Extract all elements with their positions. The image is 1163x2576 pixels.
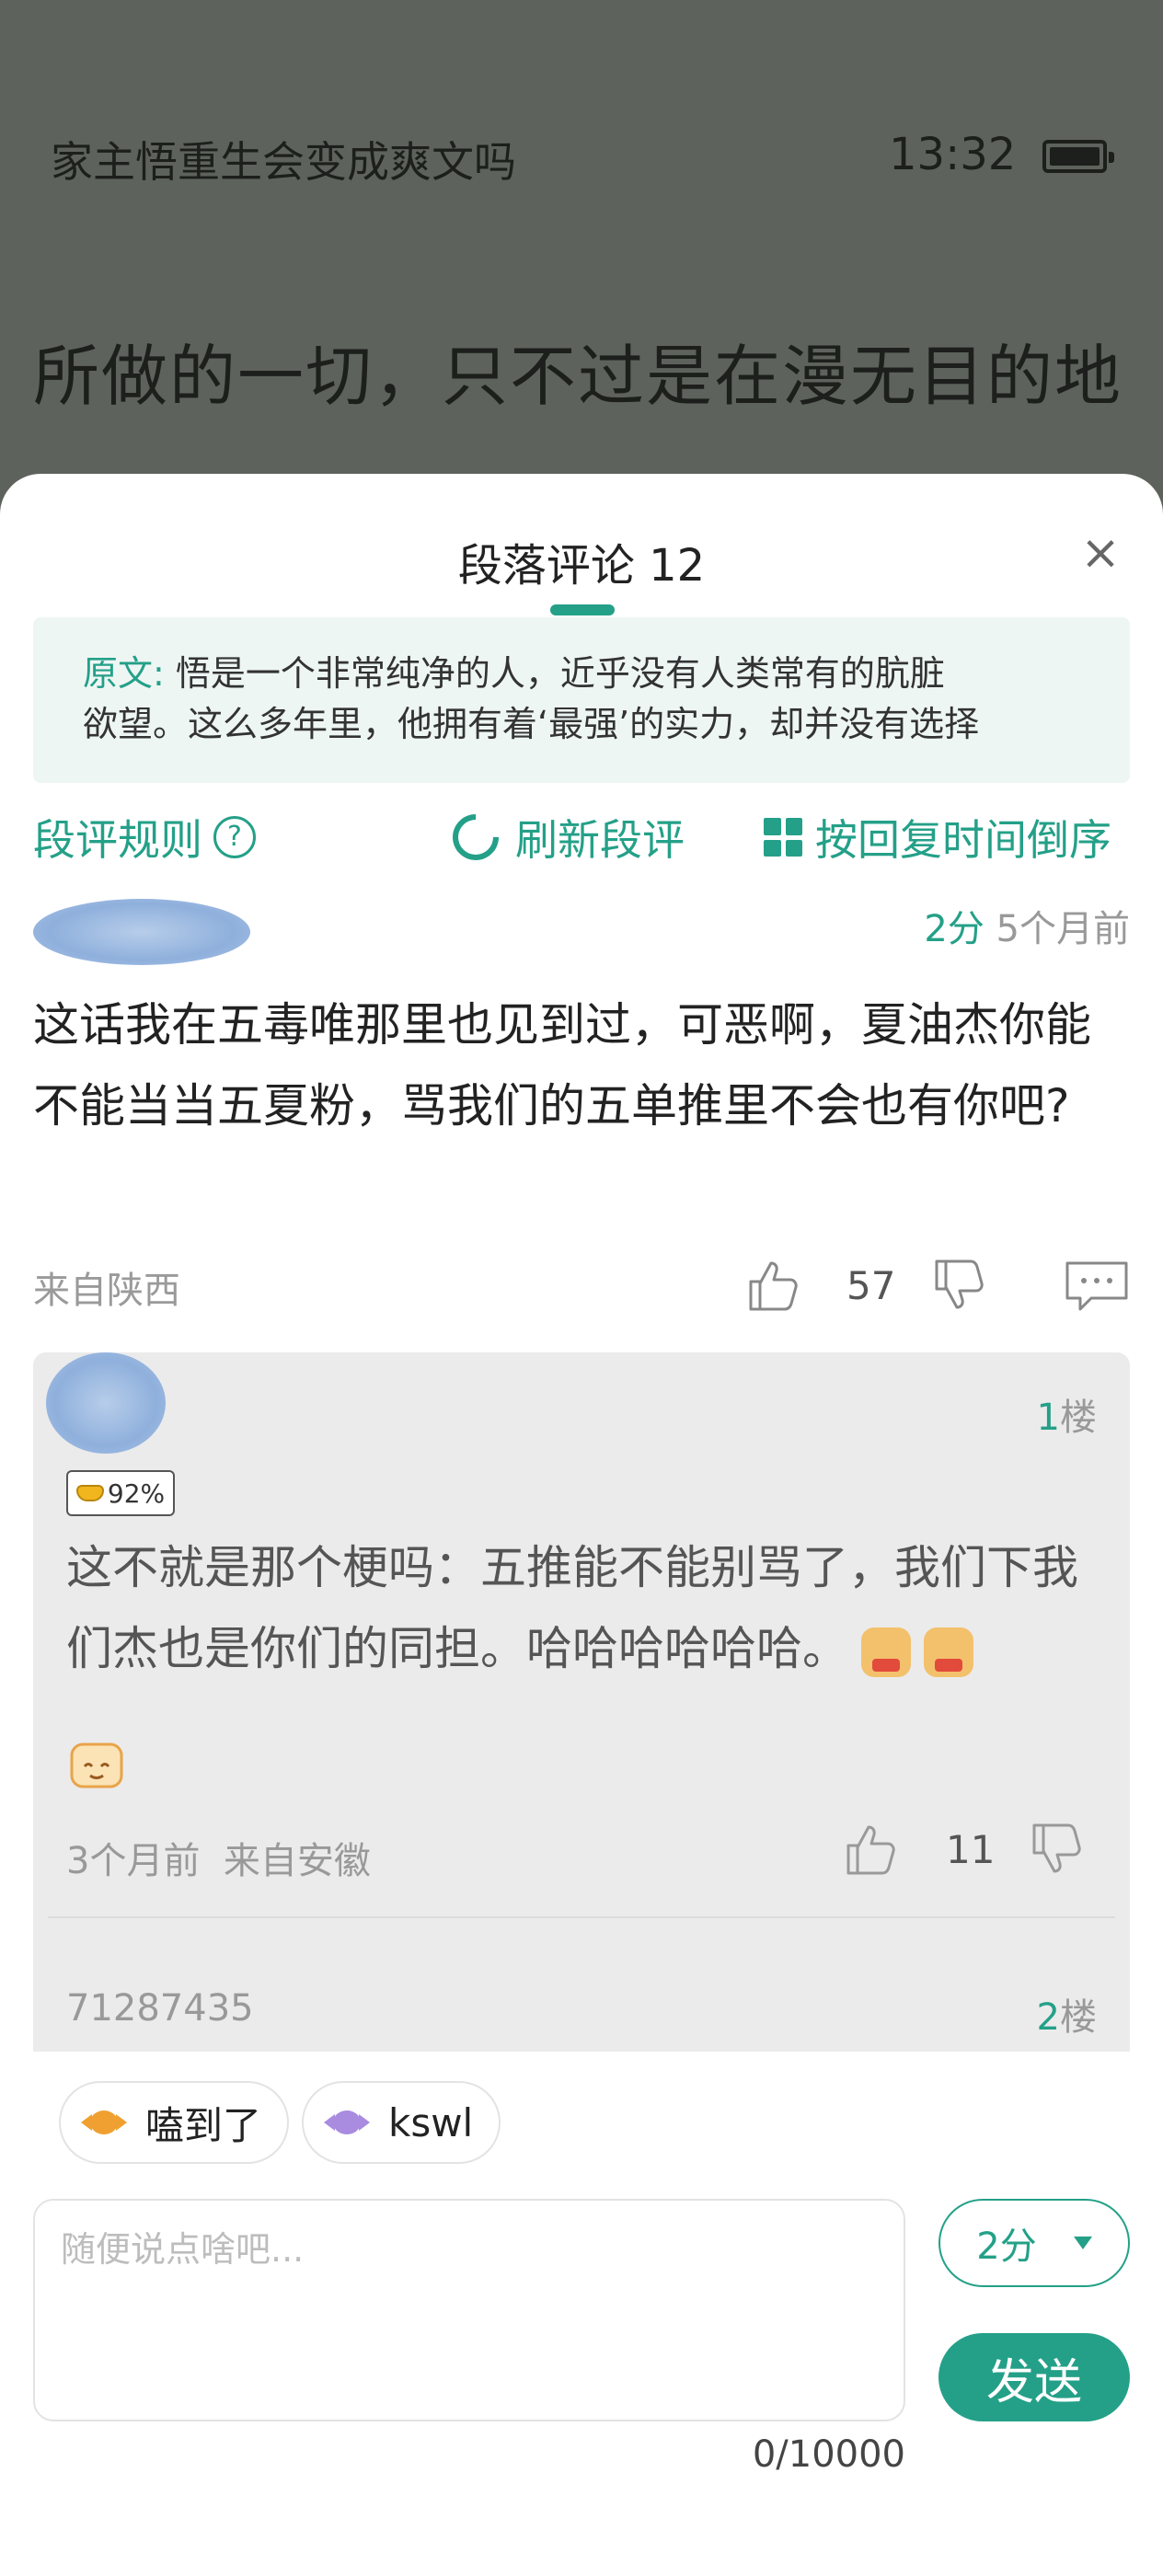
reply-time: 3个月前 [66,1840,201,1882]
score-value: 2分 [976,2225,1037,2268]
next-reply-floor: 2楼 [1037,1987,1097,2041]
send-button[interactable]: 发送 [938,2333,1130,2421]
dislike-icon[interactable] [931,1256,990,1315]
original-text-box[interactable]: 原文: 悟是一个非常纯净的人，近乎没有人类常有的肮脏 欲望。这么多年里，他拥有着… [33,617,1130,783]
like-icon[interactable] [745,1256,804,1315]
chip-label-1: 嗑到了 [145,2102,262,2148]
cake-emoji-icon [70,1742,123,1788]
reader-body-text: 所做的一切，只不过是在漫无目的地 [33,338,1123,415]
original-line-1: 原文: 悟是一个非常纯净的人，近乎没有人类常有的肮脏 [83,649,1080,699]
reply-avatar[interactable] [46,1352,166,1454]
quick-reaction-chip-2[interactable]: kswl [302,2081,501,2164]
caret-down-icon [1073,2237,1092,2249]
char-count: 0/10000 [752,2433,905,2476]
refresh-label: 刷新段评 [515,815,685,865]
reply-meta: 3个月前 来自安徽 [66,1831,371,1884]
reply-location: 来自安徽 [223,1840,371,1882]
sort-label: 按回复时间倒序 [815,815,1111,865]
orange-candy-icon [81,2107,127,2138]
comment-meta: 2分 5个月前 [924,899,1130,952]
help-icon: ? [213,816,256,858]
like-count: 57 [846,1263,896,1308]
reply-dislike-icon[interactable] [1029,1820,1088,1879]
badge-value: 92% [107,1478,166,1509]
reply-divider [48,1916,1115,1918]
reply-text-block: 这不就是那个梗吗：五推能不能别骂了，我们下我们杰也是你们的同担。哈哈哈哈哈哈。 [66,1527,1106,1689]
comment-rules-button[interactable]: 段评规则 ? [33,807,256,868]
comment-score: 2分 [924,908,985,950]
gold-ingot-icon [75,1485,104,1501]
comment-input[interactable] [33,2199,905,2421]
battery-icon [1042,140,1114,173]
status-time: 13:32 [889,129,1017,180]
original-text-2: 欲望。这么多年里，他拥有着‘最强’的实力，却并没有选择 [83,704,980,744]
refresh-icon [443,804,509,870]
original-label: 原文: [83,653,165,694]
fan-level-badge: 92% [66,1470,175,1516]
sort-button[interactable]: 按回复时间倒序 [764,807,1111,868]
quick-reaction-chip-1[interactable]: 嗑到了 [59,2081,290,2164]
reply-floor-number: 1 [1036,1397,1060,1439]
close-button[interactable]: × [1077,529,1124,577]
comment-location: 来自陕西 [33,1270,180,1312]
reply-floor-suffix: 楼 [1060,1397,1097,1439]
blurred-username[interactable] [33,899,250,965]
title-indicator [550,604,615,615]
book-title: 家主悟重生会变成爽文吗 [51,137,516,187]
comment-time: 5个月前 [996,908,1130,950]
bear-emoji-icon [861,1627,911,1677]
bear-emoji-icon [924,1627,973,1677]
score-dropdown[interactable]: 2分 [938,2199,1130,2287]
refresh-comments-button[interactable]: 刷新段评 [443,804,685,870]
next-reply-user-id[interactable]: 71287435 [66,1987,254,2030]
reply-like-icon[interactable] [843,1820,902,1879]
grid-icon [764,818,802,857]
sheet-title: 段落评论 12 [457,540,706,592]
next-floor-number: 2 [1036,1996,1060,2039]
next-floor-suffix: 楼 [1060,1996,1097,2039]
reply-floor: 1楼 [1037,1387,1097,1441]
reply-box: 1楼 92% 这不就是那个梗吗：五推能不能别骂了，我们下我们杰也是你们的同担。哈… [33,1352,1130,2052]
original-text-1: 悟是一个非常纯净的人，近乎没有人类常有的肮脏 [175,653,945,694]
reply-icon[interactable] [1064,1258,1130,1313]
rules-label: 段评规则 [33,815,202,865]
comment-text: 这话我在五毒唯那里也见到过，可恶啊，夏油杰你能不能当当五夏粉，骂我们的五单推里不… [33,998,1091,1133]
purple-candy-icon [324,2107,370,2138]
chip-label-2: kswl [388,2099,474,2145]
reply-like-count: 11 [946,1827,996,1872]
